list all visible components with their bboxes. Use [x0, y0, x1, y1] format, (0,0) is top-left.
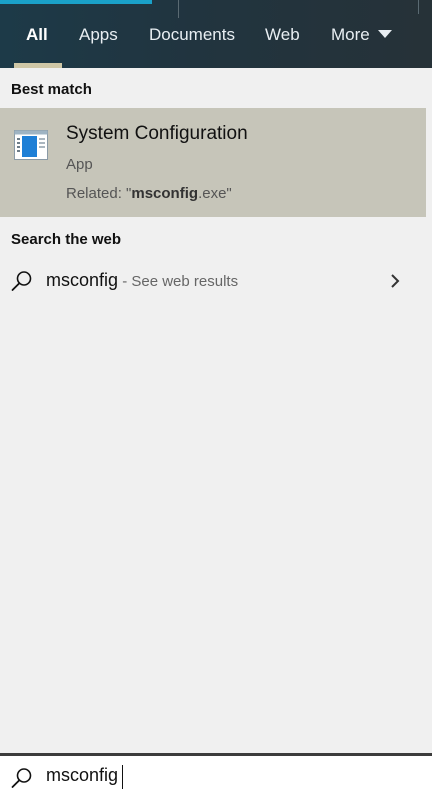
tab-documents[interactable]: Documents: [149, 22, 235, 48]
chevron-right-icon[interactable]: [389, 272, 401, 290]
tab-web[interactable]: Web: [265, 22, 300, 48]
result-related: Related: "msconfig.exe": [66, 185, 232, 202]
result-title: System Configuration: [66, 123, 248, 144]
divider: [178, 0, 179, 18]
caret-down-icon: [377, 29, 392, 38]
tab-apps[interactable]: Apps: [79, 22, 118, 48]
web-search-result[interactable]: msconfig - See web results: [0, 260, 426, 304]
web-query-text: msconfig: [46, 270, 119, 290]
web-results-hint: - See web results: [118, 273, 239, 290]
search-icon: [11, 271, 32, 291]
search-icon: [11, 768, 32, 788]
accent-line: [0, 0, 152, 4]
best-match-heading: Best match: [11, 81, 92, 98]
search-filter-bar: All Apps Documents Web More: [0, 0, 432, 68]
tab-more-label: More: [331, 25, 370, 44]
related-prefix: Related: ": [66, 185, 132, 202]
tab-all[interactable]: All: [26, 22, 48, 48]
text-cursor: [122, 765, 123, 789]
search-web-heading: Search the web: [11, 231, 122, 248]
related-suffix: .exe": [198, 185, 232, 202]
active-tab-indicator: [14, 63, 62, 68]
divider: [418, 0, 419, 14]
tab-more[interactable]: More: [331, 22, 392, 48]
system-configuration-icon: [14, 130, 48, 160]
best-match-result[interactable]: System Configuration App Related: "mscon…: [0, 108, 426, 217]
search-input[interactable]: msconfig: [46, 765, 118, 789]
result-type: App: [66, 156, 93, 173]
web-query: msconfig - See web results: [46, 270, 238, 291]
search-box[interactable]: msconfig: [0, 753, 432, 797]
related-filename: msconfig: [131, 185, 199, 202]
